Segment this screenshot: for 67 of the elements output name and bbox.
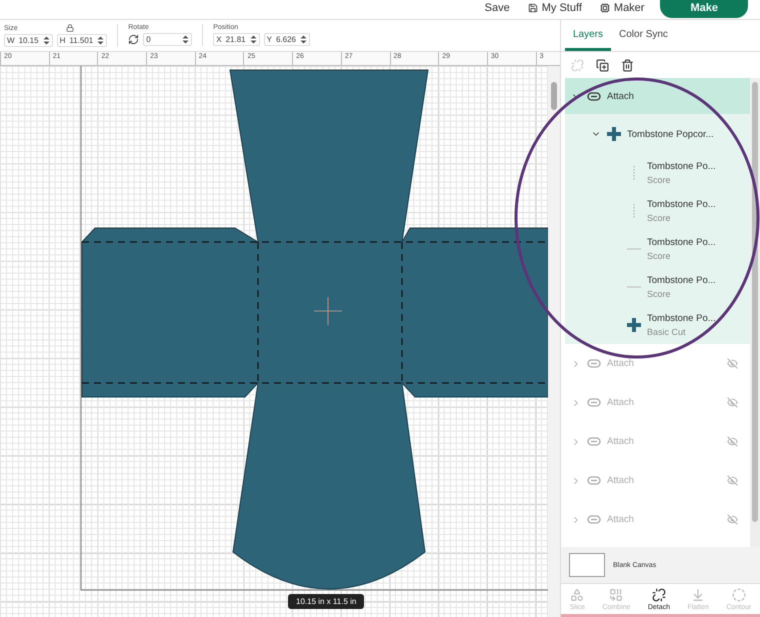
cross-shape-icon bbox=[607, 127, 621, 141]
layer-name: Attach bbox=[607, 90, 634, 102]
y-field[interactable]: Y 6.626 bbox=[264, 33, 310, 46]
panel-tab[interactable]: Layers bbox=[565, 20, 612, 51]
layer-row[interactable]: Tombstone Po... Score bbox=[565, 268, 750, 306]
width-field[interactable]: W 10.15 bbox=[4, 34, 53, 47]
combine-icon bbox=[609, 588, 624, 602]
line-icon bbox=[627, 248, 641, 250]
attach-icon bbox=[587, 476, 601, 485]
attach-icon bbox=[587, 437, 601, 446]
layer-name: Tombstone Po... bbox=[647, 313, 716, 324]
spinner-icon[interactable] bbox=[97, 36, 104, 45]
attach-icon bbox=[587, 92, 601, 100]
layer-name: Tombstone Po... bbox=[647, 275, 716, 286]
layer-name: Attach bbox=[607, 358, 634, 369]
header-button[interactable]: Maker bbox=[598, 0, 646, 16]
spinner-icon[interactable] bbox=[300, 35, 307, 44]
layer-type: Score bbox=[647, 213, 672, 223]
layer-name: Tombstone Po... bbox=[647, 199, 716, 210]
panel-tab[interactable]: Color Sync bbox=[611, 20, 676, 51]
layer-type: Score bbox=[647, 251, 672, 261]
slice-icon bbox=[570, 588, 584, 602]
layer-row[interactable]: Tombstone Po... Score bbox=[565, 192, 750, 230]
attach-icon bbox=[587, 515, 601, 524]
header-button[interactable]: My Stuff bbox=[526, 0, 584, 16]
attach-icon bbox=[587, 398, 601, 407]
header-button[interactable]: Save bbox=[482, 0, 512, 16]
duplicate-icon[interactable] bbox=[596, 58, 609, 72]
layer-type: Score bbox=[647, 175, 672, 185]
layer-row[interactable]: Tombstone Po... Basic Cut bbox=[565, 306, 750, 344]
cross-shape-icon bbox=[627, 318, 641, 332]
dotted-line-icon bbox=[633, 166, 635, 180]
layer-row[interactable]: Tombstone Po... Score bbox=[565, 230, 750, 268]
layer-name: Attach bbox=[607, 475, 634, 486]
layer-type: Score bbox=[647, 289, 672, 299]
spinner-icon[interactable] bbox=[182, 35, 190, 44]
lock-icon[interactable] bbox=[66, 24, 74, 32]
crosshair-icon bbox=[314, 296, 342, 326]
layer-name: Attach bbox=[607, 436, 634, 447]
layer-name: Attach bbox=[607, 514, 634, 525]
rotate-field[interactable]: 0 bbox=[143, 33, 192, 46]
canvas-thumbnail bbox=[569, 553, 605, 577]
height-field[interactable]: H 11.501 bbox=[56, 34, 108, 47]
make-button[interactable]: Make bbox=[660, 0, 748, 18]
spinner-icon[interactable] bbox=[250, 35, 257, 44]
delete-icon[interactable] bbox=[621, 58, 634, 72]
layer-type: Basic Cut bbox=[647, 327, 687, 337]
scrollbar[interactable] bbox=[750, 78, 760, 547]
layer-name: Tombstone Po... bbox=[647, 237, 716, 248]
design-canvas[interactable]: 10.15 in x 11.5 in bbox=[0, 66, 560, 617]
dotted-line-icon bbox=[633, 204, 635, 218]
rotate-icon[interactable] bbox=[128, 34, 140, 45]
layer-row[interactable]: Tombstone Popcor... bbox=[565, 114, 750, 154]
line-icon bbox=[627, 286, 641, 288]
scrollbar[interactable] bbox=[548, 66, 560, 617]
flatten-icon bbox=[691, 588, 706, 602]
dimensions-label: 10.15 in x 11.5 in bbox=[288, 594, 364, 609]
attach-icon bbox=[587, 359, 601, 368]
contour-icon bbox=[732, 588, 746, 602]
layer-group-row[interactable]: Attach bbox=[565, 78, 750, 114]
layer-name: Tombstone Popcor... bbox=[627, 128, 714, 140]
detach-icon bbox=[652, 588, 666, 602]
layer-name: Attach bbox=[607, 397, 634, 408]
spinner-icon[interactable] bbox=[42, 36, 50, 45]
layer-row[interactable]: Tombstone Po... Score bbox=[565, 154, 750, 192]
x-field[interactable]: X 21.81 bbox=[213, 33, 260, 46]
layer-name: Tombstone Po... bbox=[647, 161, 716, 172]
